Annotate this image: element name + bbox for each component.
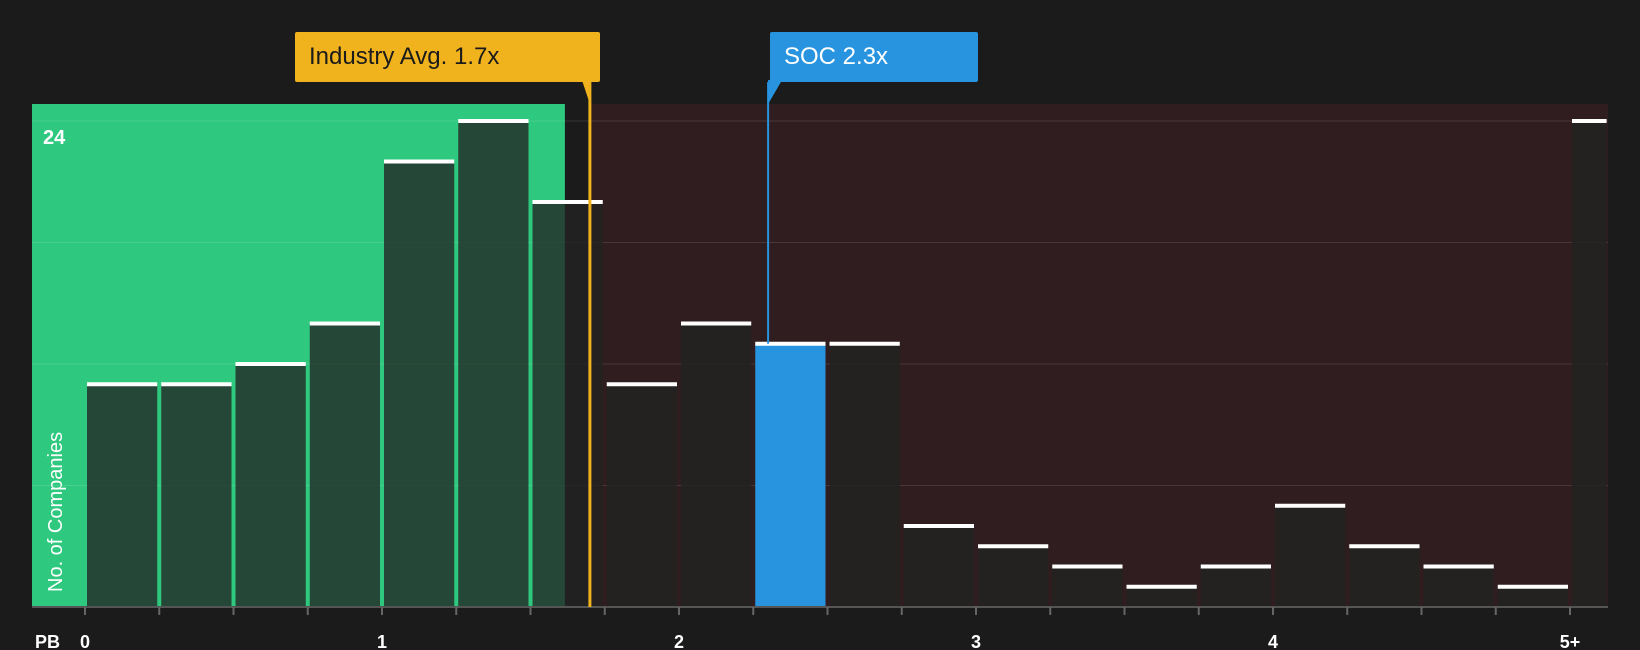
bar-16: [1275, 505, 1346, 607]
bar-cap-8: [681, 321, 752, 326]
bar-cap-2: [235, 362, 306, 366]
bar-cap-9: [755, 341, 826, 346]
x-tick-label-3: 3: [971, 632, 981, 650]
bar-cap-5: [458, 119, 529, 123]
bar-11: [903, 526, 974, 607]
bar-12: [978, 546, 1049, 607]
industry-avg-label: Industry Avg. 1.7x: [309, 43, 500, 70]
industry-avg-callout: Industry Avg. 1.7x: [295, 32, 600, 82]
bar-18: [1423, 566, 1494, 607]
bar-8: [681, 323, 752, 607]
y-axis-label: No. of Companies: [45, 432, 67, 592]
bar-13: [1052, 566, 1123, 607]
bar-1: [161, 384, 232, 607]
y-max-label: 24: [43, 127, 66, 149]
bar-cap-15: [1200, 564, 1271, 569]
bar-7: [606, 384, 677, 607]
bar-19: [1497, 586, 1568, 607]
x-tick-label-2: 2: [674, 632, 684, 650]
bar-cap-7: [606, 382, 677, 387]
bar-4: [384, 161, 455, 607]
bar-9: [755, 343, 826, 607]
x-tick-label-1: 1: [377, 632, 387, 650]
bar-15: [1200, 566, 1271, 607]
bar-cap-14: [1126, 584, 1197, 589]
subject-label: SOC 2.3x: [784, 43, 889, 70]
x-axis-label: PB: [35, 632, 60, 650]
bar-5: [458, 121, 529, 607]
bar-10: [829, 343, 900, 607]
bar-6: [532, 202, 603, 607]
bar-cap-17: [1349, 544, 1420, 549]
pb-histogram-chart: 0 1 2 3 4 5+ 24 No. of Companies PB: [32, 80, 1608, 650]
x-tick-label-5: 5+: [1560, 632, 1581, 650]
bar-0: [87, 384, 158, 607]
bar-cap-4: [384, 159, 455, 164]
bar-cap-18: [1423, 564, 1494, 569]
bar-cap-0: [87, 382, 158, 387]
bar-20: [1572, 121, 1607, 607]
bar-cap-13: [1052, 564, 1123, 569]
x-axis: 0 1 2 3 4 5+: [32, 606, 1608, 650]
bar-2: [235, 364, 306, 607]
bar-cap-16: [1275, 503, 1346, 508]
bar-17: [1349, 546, 1420, 607]
bar-3: [309, 323, 380, 607]
bar-cap-20: [1572, 119, 1607, 123]
subject-pointer: [768, 80, 783, 104]
bar-cap-3: [309, 321, 380, 326]
bar-cap-1: [161, 382, 232, 387]
x-tick-label-4: 4: [1268, 632, 1278, 650]
subject-callout: SOC 2.3x: [770, 32, 978, 82]
bar-cap-12: [978, 544, 1049, 549]
bar-cap-11: [903, 524, 974, 528]
x-tick-label-0: 0: [80, 632, 90, 650]
bar-cap-6: [532, 200, 603, 204]
bar-cap-10: [829, 341, 900, 346]
bar-cap-19: [1497, 584, 1568, 589]
bar-14: [1126, 586, 1197, 607]
